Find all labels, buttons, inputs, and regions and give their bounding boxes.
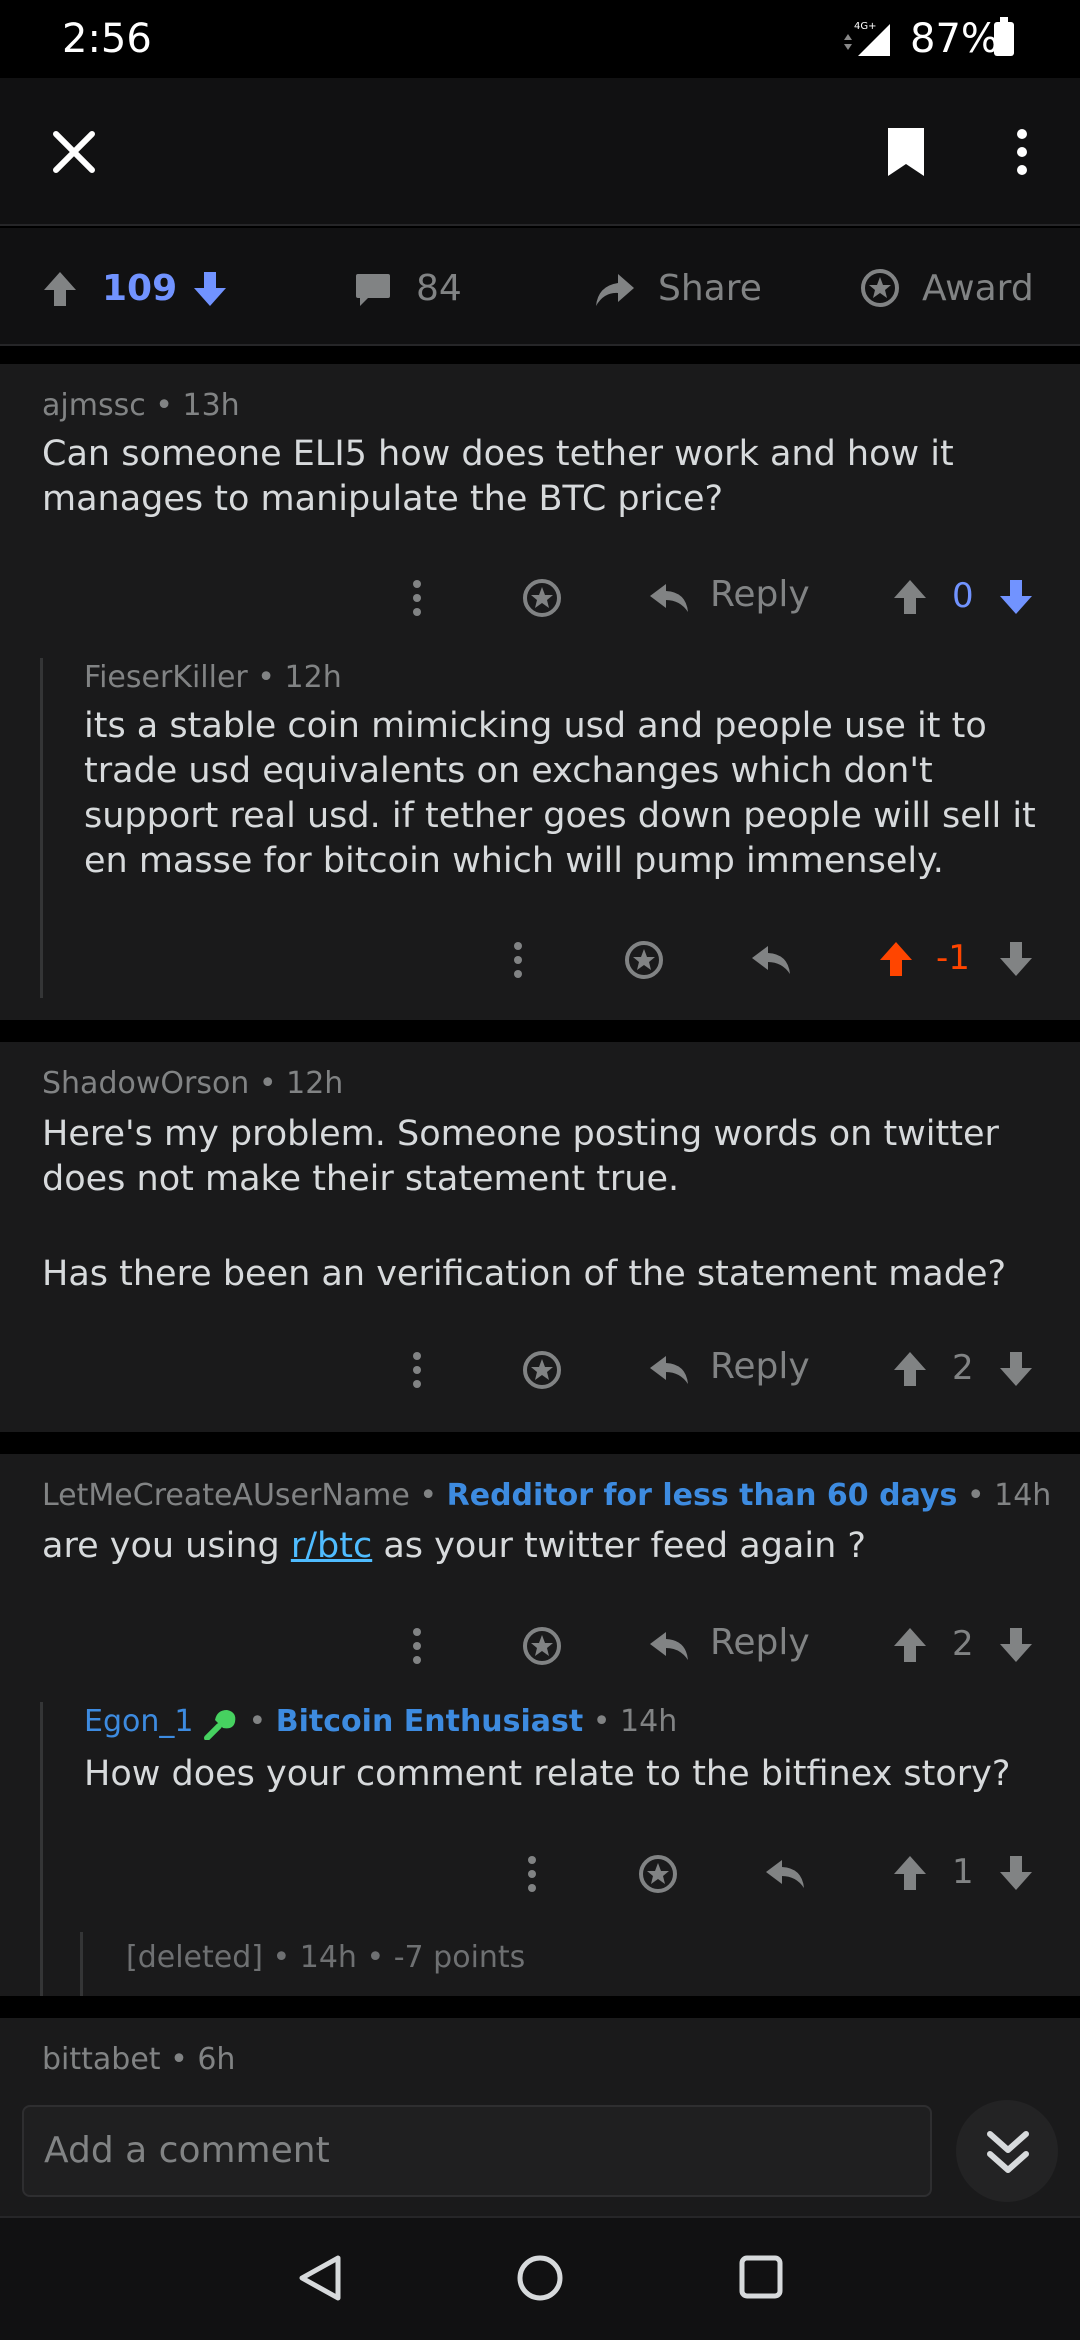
comment-author[interactable]: FieserKiller	[84, 660, 248, 695]
recents-icon[interactable]	[738, 2254, 784, 2300]
bookmark-icon[interactable]	[884, 124, 928, 180]
comment-author[interactable]: ajmssc	[42, 388, 146, 423]
thread-line	[40, 1702, 43, 1996]
comment-score: 2	[952, 1348, 974, 1388]
status-time: 2:56	[62, 16, 152, 62]
comment-meta: ajmssc • 13h	[42, 388, 240, 423]
more-vert-icon[interactable]	[405, 1350, 429, 1390]
reply-icon[interactable]	[764, 1856, 806, 1892]
network-type: 4G+	[854, 21, 877, 32]
comment-meta: LetMeCreateAUserName • Redditor for less…	[42, 1478, 1052, 1513]
award-icon[interactable]	[638, 1854, 678, 1894]
comment-age: 14h	[620, 1704, 678, 1739]
comment-icon[interactable]	[354, 272, 392, 308]
comment-input[interactable]: Add a comment	[22, 2105, 932, 2197]
upvote-icon[interactable]	[892, 1854, 928, 1892]
thread-line	[40, 658, 43, 998]
comment-thread-4: bittabet • 6h	[0, 2018, 1080, 2088]
upvote-icon[interactable]	[892, 1626, 928, 1664]
reply-button[interactable]: Reply	[710, 574, 810, 615]
downvote-icon[interactable]	[998, 578, 1034, 616]
share-icon[interactable]	[594, 270, 636, 308]
downvote-icon[interactable]	[192, 270, 228, 308]
downvote-icon[interactable]	[998, 940, 1034, 978]
system-nav-bar	[0, 2216, 1080, 2340]
reply-icon[interactable]	[750, 942, 792, 978]
comment-meta: bittabet • 6h	[42, 2042, 236, 2077]
comment-age: 14h	[299, 1940, 357, 1975]
post-score: 109	[102, 268, 178, 309]
downvote-icon[interactable]	[998, 1854, 1034, 1892]
more-vert-icon[interactable]	[405, 1626, 429, 1666]
comment-score: 2	[952, 1624, 974, 1664]
back-icon[interactable]	[298, 2254, 342, 2302]
more-vert-icon[interactable]	[506, 940, 530, 980]
reply-button[interactable]: Reply	[710, 1622, 810, 1663]
reply-icon[interactable]	[648, 1352, 690, 1388]
thread-line	[80, 1932, 83, 1996]
award-button[interactable]: Award	[922, 268, 1034, 309]
upvote-icon[interactable]	[892, 1350, 928, 1388]
comment-points: -7 points	[393, 1940, 526, 1975]
comment-score: 1	[952, 1852, 974, 1892]
chevrons-down-icon	[986, 2128, 1030, 2176]
upvote-icon[interactable]	[42, 270, 78, 308]
award-icon[interactable]	[522, 1350, 562, 1390]
post-action-bar: 109 84 Share Award	[0, 228, 1080, 346]
share-button[interactable]: Share	[658, 268, 762, 309]
comment-author[interactable]: Egon_1	[84, 1704, 193, 1739]
award-icon[interactable]	[522, 1626, 562, 1666]
comment-score: -1	[936, 938, 970, 978]
comment-meta: ShadowOrson • 12h	[42, 1066, 344, 1101]
more-vert-icon[interactable]	[1006, 126, 1038, 178]
comment-meta: Egon_1 • Bitcoin Enthusiast • 14h	[84, 1704, 678, 1740]
upvote-icon[interactable]	[878, 940, 914, 978]
home-icon[interactable]	[516, 2254, 564, 2302]
user-flair: Redditor for less than 60 days	[446, 1478, 958, 1513]
award-icon[interactable]	[522, 578, 562, 618]
battery-percent: 87%	[910, 16, 999, 62]
comment-author[interactable]: bittabet	[42, 2042, 161, 2077]
comment-body-paragraph: Has there been an verification of the st…	[42, 1254, 1007, 1294]
battery-icon	[994, 17, 1014, 56]
subreddit-link[interactable]: r/btc	[291, 1526, 372, 1566]
comment-age: 12h	[286, 1066, 344, 1101]
comment-body: Here's my problem. Someone posting words…	[42, 1114, 999, 1199]
comment-age: 6h	[197, 2042, 236, 2077]
comment-age: 13h	[182, 388, 240, 423]
close-icon[interactable]	[44, 122, 104, 182]
upvote-icon[interactable]	[892, 578, 928, 616]
comment-author[interactable]: LetMeCreateAUserName	[42, 1478, 410, 1513]
reply-icon[interactable]	[648, 1628, 690, 1664]
award-icon[interactable]	[624, 940, 664, 980]
award-icon[interactable]	[860, 268, 900, 308]
comment-author[interactable]: ShadowOrson	[42, 1066, 249, 1101]
collapsed-comment[interactable]: [deleted] • 14h • -7 points	[126, 1940, 525, 1975]
comment-body: are you using r/btc as your twitter feed…	[42, 1526, 866, 1566]
comment-body: How does your comment relate to the bitf…	[84, 1754, 1011, 1794]
user-flair: Bitcoin Enthusiast	[275, 1704, 584, 1739]
reply-button[interactable]: Reply	[710, 1346, 810, 1387]
comment-author: [deleted]	[126, 1940, 263, 1975]
comment-thread-3: LetMeCreateAUserName • Redditor for less…	[0, 1454, 1080, 1996]
comment-score: 0	[952, 576, 974, 616]
reply-icon[interactable]	[648, 580, 690, 616]
top-bar	[0, 78, 1080, 226]
comment-thread-1: ajmssc • 13h Can someone ELI5 how does t…	[0, 364, 1080, 1020]
downvote-icon[interactable]	[998, 1350, 1034, 1388]
comment-meta: FieserKiller • 12h	[84, 660, 342, 695]
comment-age: 12h	[284, 660, 342, 695]
comment-body: its a stable coin mimicking usd and peop…	[84, 706, 1036, 881]
comment-thread-2: ShadowOrson • 12h Here's my problem. Som…	[0, 1042, 1080, 1432]
status-bar: 2:56 4G+ 87%	[0, 0, 1080, 78]
comment-age: 14h	[994, 1478, 1052, 1513]
next-comment-button[interactable]	[956, 2100, 1058, 2202]
signal-icon: 4G+	[838, 18, 894, 58]
more-vert-icon[interactable]	[405, 578, 429, 618]
more-vert-icon[interactable]	[520, 1854, 544, 1894]
downvote-icon[interactable]	[998, 1626, 1034, 1664]
mod-tool-icon	[203, 1706, 239, 1740]
comment-body: Can someone ELI5 how does tether work an…	[42, 434, 954, 519]
comment-count[interactable]: 84	[416, 268, 462, 309]
